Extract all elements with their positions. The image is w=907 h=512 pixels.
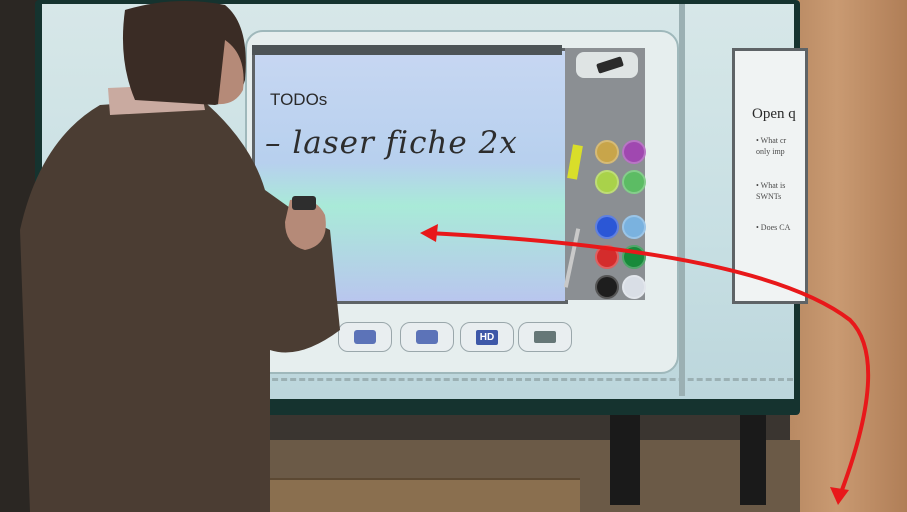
- presenter: [20, 1, 340, 512]
- presenter-body: [20, 98, 340, 512]
- classroom-scene: TODOs – laser fiche 2x HD Open q • What …: [0, 0, 907, 512]
- annotation-arrow: [420, 224, 871, 505]
- arrow-head-start: [420, 224, 438, 242]
- arrow-head-end: [830, 487, 849, 505]
- arrow-line: [427, 231, 871, 491]
- scene-overlay: [20, 1, 871, 512]
- marker-in-hand: [292, 196, 316, 210]
